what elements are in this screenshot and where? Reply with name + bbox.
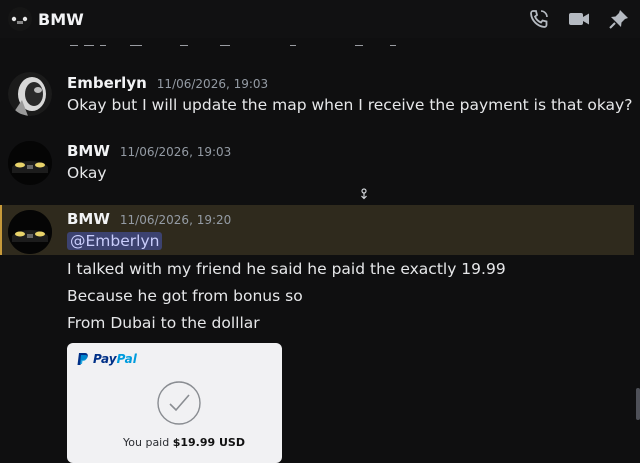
mention-line: @Emberlyn	[67, 232, 163, 250]
channel-header: BMW	[0, 0, 640, 38]
call-icon[interactable]	[528, 8, 550, 30]
message-text: Okay but I will update the map when I re…	[67, 96, 633, 114]
paypal-brand-pal: Pal	[116, 352, 137, 366]
channel-avatar[interactable]	[8, 7, 32, 31]
paypal-screenshot-attachment[interactable]: PayPal You paid $19.99 USD	[67, 343, 282, 463]
message-text: Okay	[67, 164, 107, 182]
message-text: Because he got from bonus so	[67, 287, 303, 305]
previous-message-fragment	[70, 38, 400, 46]
cursor-icon	[359, 185, 369, 204]
user-mention[interactable]: @Emberlyn	[67, 232, 163, 250]
message-author[interactable]: BMW	[67, 210, 110, 228]
paid-prefix: You paid	[123, 436, 173, 449]
message-text: I talked with my friend he said he paid …	[67, 260, 506, 278]
pin-icon[interactable]	[608, 8, 630, 30]
paypal-logo: PayPal	[77, 352, 137, 366]
paid-amount: $19.99 USD	[172, 436, 245, 449]
paypal-brand-pay: Pay	[93, 352, 117, 366]
payment-amount: You paid $19.99 USD	[123, 436, 245, 449]
message-text: From Dubai to the dolllar	[67, 314, 260, 332]
message-timestamp: 11/06/2026, 19:03	[156, 77, 269, 91]
message-timestamp: 11/06/2026, 19:20	[119, 213, 232, 227]
avatar[interactable]	[8, 141, 52, 185]
avatar[interactable]	[8, 72, 52, 116]
message-author[interactable]: BMW	[67, 142, 110, 160]
check-circle-icon	[156, 380, 202, 430]
paypal-logo-icon	[77, 353, 88, 365]
channel-title: BMW	[38, 9, 84, 29]
header-actions	[528, 8, 630, 30]
scrollbar-thumb[interactable]	[636, 388, 640, 420]
avatar[interactable]	[8, 210, 52, 254]
message-author[interactable]: Emberlyn	[67, 74, 147, 92]
message-timestamp: 11/06/2026, 19:03	[119, 145, 232, 159]
video-icon[interactable]	[568, 8, 590, 30]
